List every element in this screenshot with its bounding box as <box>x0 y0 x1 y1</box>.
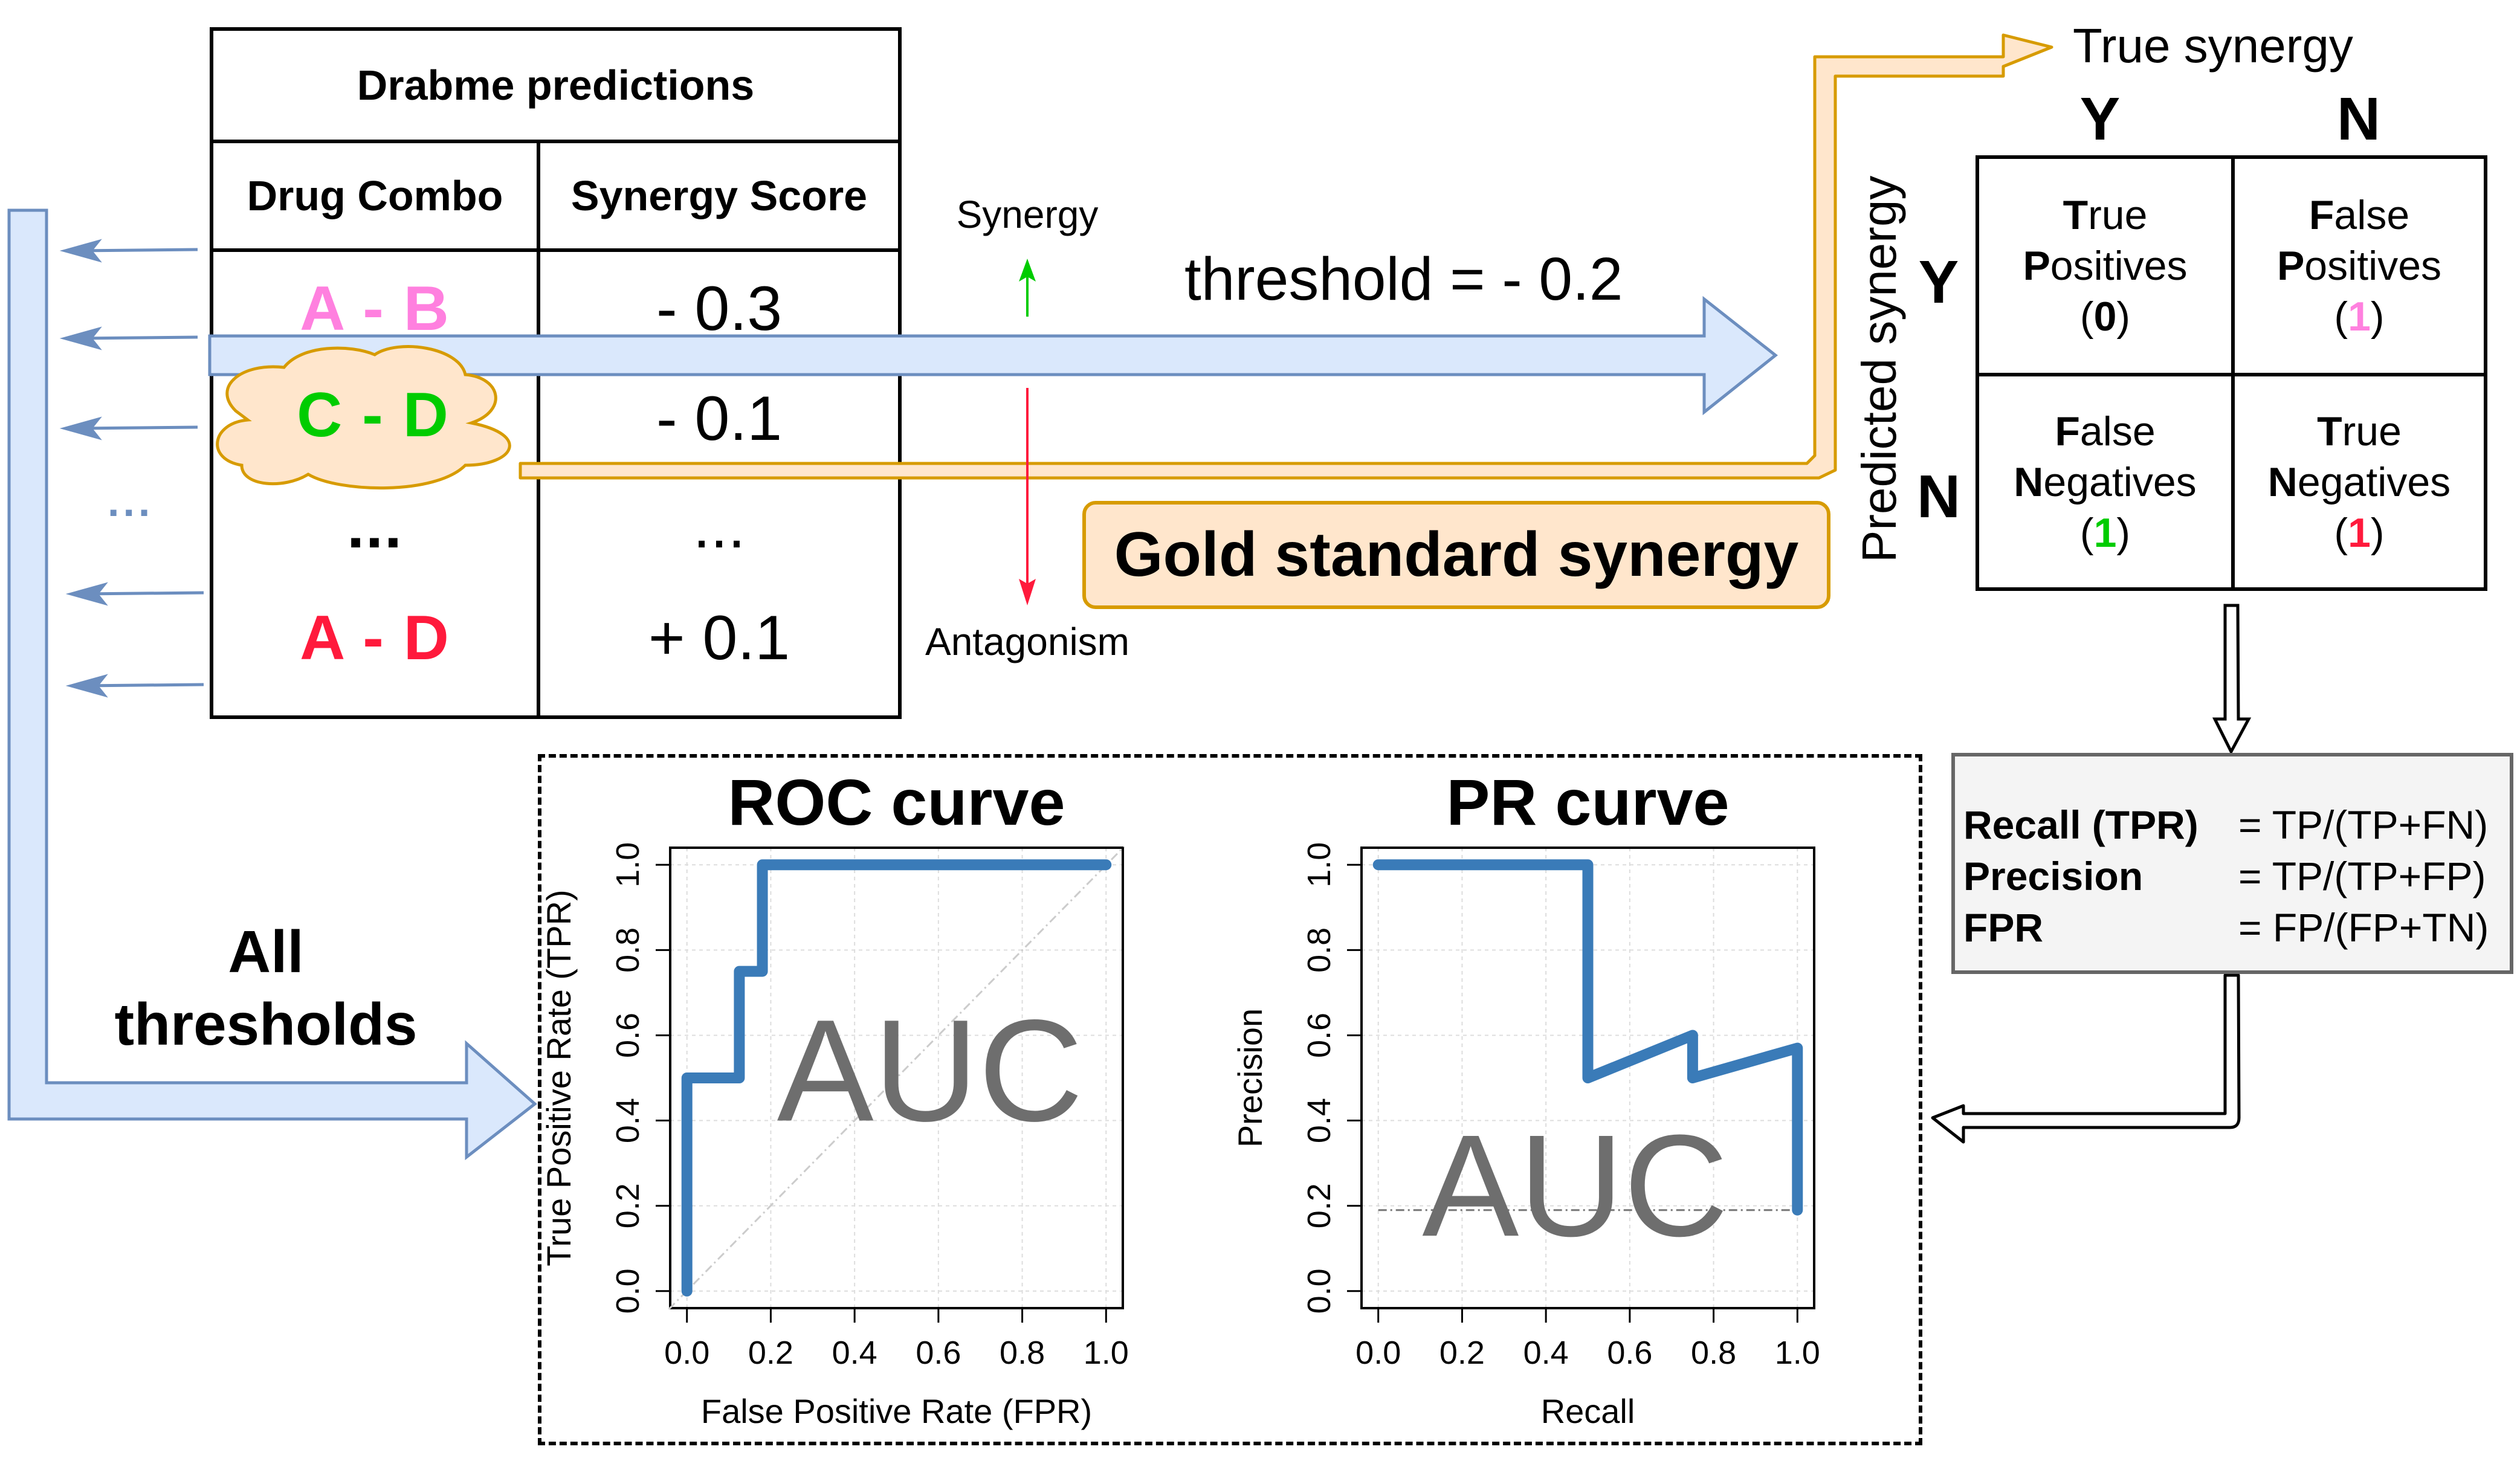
roc-x-tick-label: 1.0 <box>1084 1335 1129 1371</box>
pr-x-tick-label: 0.8 <box>1691 1335 1736 1371</box>
pr-y-tick-label: 0.4 <box>1301 1098 1337 1143</box>
pr-x-tick-label: 1.0 <box>1775 1335 1820 1371</box>
charts-layer: 0.0 0.2 0.4 0.6 0.8 1.0 0.0 0.2 0.4 0.6 0.8 1.0 Fals… <box>540 842 1820 1430</box>
pr-x-tick-label: 0.2 <box>1439 1335 1485 1371</box>
roc-y-tick-label: 0.8 <box>610 927 646 973</box>
roc-y-tick-label: 0.4 <box>610 1098 646 1143</box>
pr-auc-annotation: AUC <box>1422 1105 1728 1266</box>
pr-y-tick-label: 0.2 <box>1301 1183 1337 1228</box>
pr-y-tick-label: 0.6 <box>1301 1013 1337 1058</box>
roc-x-tick-label: 0.6 <box>916 1335 961 1371</box>
roc-y-axis-label: True Positive Rate (TPR) <box>540 889 578 1266</box>
pr-y-tick-label: 0.0 <box>1301 1268 1337 1314</box>
roc-auc-annotation: AUC <box>777 990 1084 1152</box>
roc-x-tick-label: 0.8 <box>1000 1335 1045 1371</box>
pr-y-tick-label: 1.0 <box>1301 842 1337 888</box>
roc-y-tick-label: 0.0 <box>610 1268 646 1314</box>
roc-x-tick-label: 0.2 <box>748 1335 793 1371</box>
pr-y-axis-label: Precision <box>1231 1008 1269 1147</box>
pr-x-tick-label: 0.6 <box>1607 1335 1652 1371</box>
roc-x-tick-label: 0.4 <box>832 1335 877 1371</box>
pr-y-tick-label: 0.8 <box>1301 927 1337 973</box>
roc-y-tick-label: 0.6 <box>610 1013 646 1058</box>
roc-y-tick-label: 0.2 <box>610 1183 646 1228</box>
pr-x-tick-label: 0.0 <box>1355 1335 1401 1371</box>
pr-x-tick-label: 0.4 <box>1523 1335 1569 1371</box>
roc-x-axis-label: False Positive Rate (FPR) <box>701 1392 1092 1430</box>
pr-x-axis-label: Recall <box>1541 1392 1635 1430</box>
roc-x-tick-label: 0.0 <box>664 1335 709 1371</box>
roc-y-tick-label: 1.0 <box>610 842 646 888</box>
